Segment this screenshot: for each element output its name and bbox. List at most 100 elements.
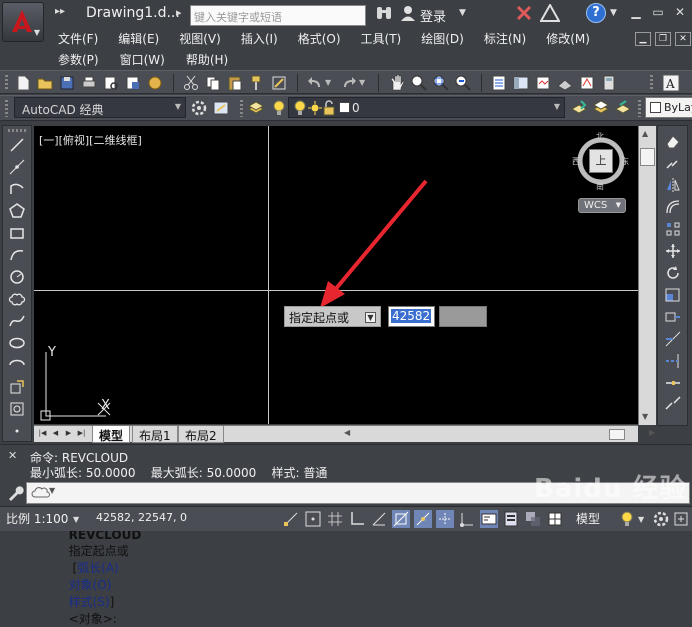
tool-palettes-icon[interactable] <box>534 74 552 92</box>
horizontal-scrollbar[interactable]: ◀ ▶ <box>344 428 660 441</box>
option-style[interactable]: 样式(S) <box>69 595 110 609</box>
make-block-icon[interactable] <box>8 400 26 418</box>
save-icon[interactable] <box>58 74 76 92</box>
login-link[interactable]: 登录 <box>420 6 446 25</box>
scale-icon[interactable] <box>664 286 682 304</box>
coordinates-display[interactable]: 42582, 22547, 0 <box>96 511 187 524</box>
zoom-window-icon[interactable] <box>432 74 450 92</box>
dynamic-input-x-field[interactable]: 42582 <box>388 306 435 327</box>
layer-color-swatch[interactable] <box>339 102 350 113</box>
clean-screen-icon[interactable] <box>672 510 690 528</box>
workspace-switching-gear-icon[interactable] <box>652 510 670 528</box>
light-bulb-icon[interactable] <box>618 510 636 528</box>
copy-object-icon[interactable] <box>664 154 682 172</box>
chevron-down-icon[interactable]: ▼ <box>459 8 466 18</box>
match-properties-icon[interactable] <box>248 74 266 92</box>
sun-icon[interactable] <box>308 100 322 116</box>
construction-line-icon[interactable] <box>8 158 26 176</box>
prev-tab-icon[interactable]: ◀ <box>50 428 61 439</box>
layer-previous-icon[interactable] <box>614 99 632 117</box>
insert-block-icon[interactable] <box>8 378 26 396</box>
chevron-down-icon[interactable]: ▼ <box>638 515 644 524</box>
redo-dropdown-icon[interactable]: ▼ <box>359 78 365 87</box>
scroll-left-icon[interactable]: ◀ <box>344 428 350 437</box>
snap-mode-icon[interactable] <box>304 510 322 528</box>
lock-open-icon[interactable] <box>322 100 336 116</box>
menu-dimension[interactable]: 标注(N) <box>484 30 526 47</box>
quick-properties-icon[interactable] <box>546 510 564 528</box>
plot-preview-icon[interactable] <box>102 74 120 92</box>
linetype-select[interactable]: ByLayer <box>645 97 692 118</box>
vertical-scrollbar[interactable]: ▲ ▼ <box>638 126 656 425</box>
polyline-icon[interactable] <box>8 180 26 198</box>
scroll-down-icon[interactable]: ▼ <box>642 412 648 421</box>
menu-file[interactable]: 文件(F) <box>58 30 98 47</box>
stretch-icon[interactable] <box>664 308 682 326</box>
ellipse-icon[interactable] <box>8 334 26 352</box>
design-center-icon[interactable] <box>512 74 530 92</box>
search-input[interactable]: 键入关键字或短语 <box>190 5 366 26</box>
tab-model[interactable]: 模型 <box>92 426 131 443</box>
ellipse-arc-icon[interactable] <box>8 356 26 374</box>
circle-icon[interactable] <box>8 268 26 286</box>
tab-layout2[interactable]: 布局2 <box>178 426 224 443</box>
properties-icon[interactable] <box>490 74 508 92</box>
copy-icon[interactable] <box>204 74 222 92</box>
break-at-point-icon[interactable] <box>664 374 682 392</box>
a360-icon[interactable] <box>540 4 560 22</box>
quick-access-more-icon[interactable]: ▸▸ <box>55 6 65 17</box>
maximize-icon[interactable]: ▭ <box>648 3 668 21</box>
workspace-settings-gear-icon[interactable] <box>190 99 208 117</box>
menu-modify[interactable]: 修改(M) <box>546 30 590 47</box>
layer-properties-icon[interactable] <box>247 99 265 117</box>
sheet-set-icon[interactable] <box>556 74 574 92</box>
spline-icon[interactable] <box>8 312 26 330</box>
model-space-button[interactable]: 模型 <box>576 509 606 527</box>
polar-tracking-icon[interactable] <box>370 510 388 528</box>
dynamic-ucs-icon[interactable] <box>458 510 476 528</box>
polygon-icon[interactable] <box>8 202 26 220</box>
transparency-icon[interactable] <box>524 510 542 528</box>
minimize-icon[interactable]: ▁ <box>626 3 646 21</box>
cut-icon[interactable] <box>182 74 200 92</box>
rotate-icon[interactable] <box>664 264 682 282</box>
undo-dropdown-icon[interactable]: ▼ <box>325 78 331 87</box>
make-current-layer-icon[interactable] <box>570 99 588 117</box>
layer-bulb-icon[interactable] <box>293 100 307 116</box>
object-snap-icon[interactable] <box>392 510 410 528</box>
calculator-icon[interactable] <box>600 74 618 92</box>
doc-restore-icon[interactable]: ❐ <box>655 32 671 46</box>
mirror-icon[interactable] <box>664 176 682 194</box>
menu-insert[interactable]: 插入(I) <box>241 30 278 47</box>
lineweight-icon[interactable] <box>502 510 520 528</box>
point-icon[interactable] <box>8 422 26 440</box>
paste-icon[interactable] <box>226 74 244 92</box>
move-icon[interactable] <box>664 242 682 260</box>
menu-tools[interactable]: 工具(T) <box>361 30 402 47</box>
title-expand-icon[interactable]: ▸ <box>176 6 182 19</box>
menu-parametric[interactable]: 参数(P) <box>58 51 99 68</box>
layer-states-icon[interactable] <box>592 99 610 117</box>
first-tab-icon[interactable]: |◀ <box>37 428 48 439</box>
array-icon[interactable] <box>664 220 682 238</box>
exchange-apps-icon[interactable] <box>515 4 533 22</box>
last-tab-icon[interactable]: ▶| <box>76 428 87 439</box>
trim-icon[interactable] <box>664 330 682 348</box>
offset-icon[interactable] <box>664 198 682 216</box>
redo-icon[interactable] <box>340 74 358 92</box>
undo-icon[interactable] <box>306 74 324 92</box>
option-object[interactable]: 对象(O) <box>69 578 112 592</box>
infer-constraints-icon[interactable] <box>282 510 300 528</box>
binoculars-icon[interactable] <box>375 4 393 22</box>
drawing-area[interactable]: [一][俯视][二维线框] Y 上 北 南 东 西 WCS ▼ <box>34 126 638 424</box>
user-icon[interactable] <box>399 4 417 22</box>
object-snap-tracking-icon[interactable] <box>436 510 454 528</box>
pan-hand-icon[interactable] <box>388 74 406 92</box>
options-down-icon[interactable]: ▼ <box>365 312 376 323</box>
workspace-select[interactable]: AutoCAD 经典 ▼ <box>14 97 186 118</box>
arc-icon[interactable] <box>8 246 26 264</box>
revision-cloud-icon[interactable] <box>8 290 26 308</box>
block-editor-icon[interactable] <box>270 74 288 92</box>
menu-help[interactable]: 帮助(H) <box>186 51 228 68</box>
customize-icon[interactable] <box>212 99 230 117</box>
